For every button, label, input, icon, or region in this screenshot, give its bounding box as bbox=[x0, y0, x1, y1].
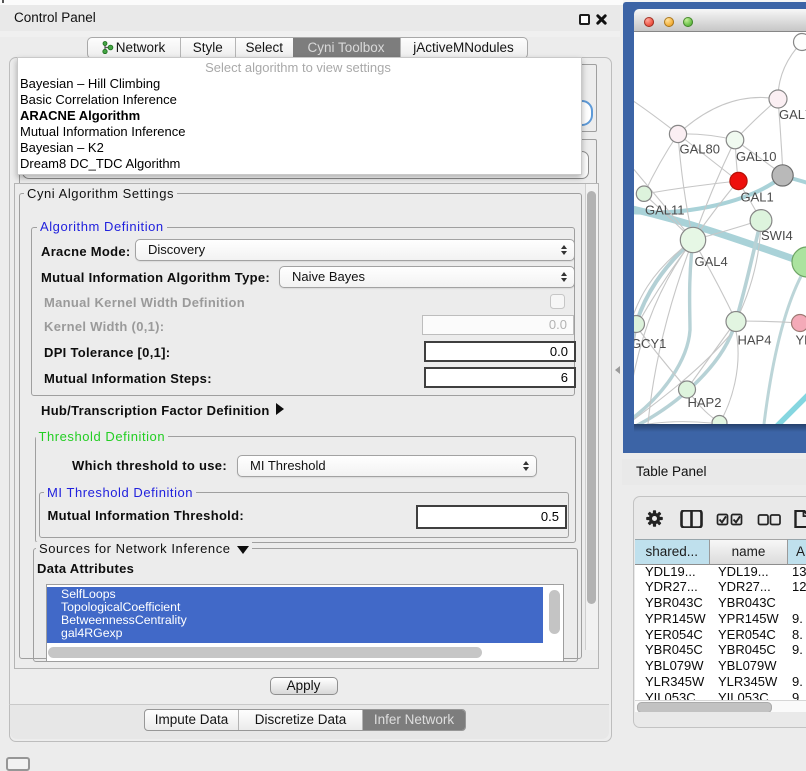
svg-text:HAP4: HAP4 bbox=[738, 333, 772, 348]
svg-text:HAP2: HAP2 bbox=[688, 395, 722, 410]
svg-text:SWI4: SWI4 bbox=[761, 228, 793, 243]
svg-text:GAL1: GAL1 bbox=[741, 190, 774, 205]
svg-text:GAL80: GAL80 bbox=[680, 142, 720, 157]
svg-text:GAL7: GAL7 bbox=[779, 107, 806, 122]
svg-text:GAL4: GAL4 bbox=[695, 254, 728, 269]
svg-text:YM: YM bbox=[796, 333, 806, 348]
svg-text:GAL11: GAL11 bbox=[645, 203, 685, 218]
svg-text:GAL10: GAL10 bbox=[736, 149, 776, 164]
svg-text:GCY1: GCY1 bbox=[634, 336, 666, 351]
